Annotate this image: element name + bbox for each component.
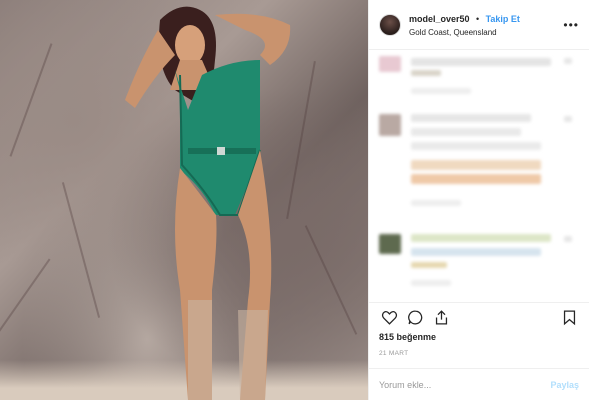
share-icon[interactable] [431, 308, 451, 328]
blurred-comment-text [411, 128, 521, 136]
add-comment-bar: Paylaş [369, 368, 589, 400]
blurred-comment-text [411, 248, 541, 256]
post-photo[interactable] [0, 0, 368, 400]
blurred-comment-text [411, 174, 541, 184]
blurred-heart [564, 116, 572, 122]
blurred-avatar [379, 114, 401, 136]
post-sidebar: model_over50 • Takip Et Gold Coast, Quee… [368, 0, 589, 400]
blurred-comment-text [411, 70, 441, 76]
blurred-comment-text [411, 114, 531, 122]
more-horizontal-icon[interactable]: ••• [563, 18, 579, 32]
bookmark-icon[interactable] [559, 308, 579, 328]
separator-dot: • [475, 13, 480, 24]
post-comment-button[interactable]: Paylaş [550, 380, 579, 390]
blurred-comment-text [411, 234, 551, 242]
model-figure [125, 6, 291, 400]
blurred-comment-text [411, 160, 541, 170]
blurred-meta [411, 280, 451, 286]
comment-icon[interactable] [405, 308, 425, 328]
post-header: model_over50 • Takip Et Gold Coast, Quee… [369, 0, 589, 50]
follow-button[interactable]: Takip Et [486, 14, 520, 24]
blurred-comment-text [411, 262, 447, 268]
action-bar [369, 302, 589, 332]
blurred-avatar [379, 234, 401, 254]
avatar[interactable] [379, 13, 401, 36]
blurred-comment-text [411, 142, 541, 150]
instagram-post: model_over50 • Takip Et Gold Coast, Quee… [0, 0, 589, 400]
blurred-meta [411, 200, 461, 206]
blurred-avatar [379, 56, 401, 72]
location-link[interactable]: Gold Coast, Queensland [409, 26, 563, 39]
header-text: model_over50 • Takip Et Gold Coast, Quee… [409, 11, 563, 39]
comments-area [369, 50, 589, 302]
blurred-meta [411, 88, 471, 94]
username-link[interactable]: model_over50 [409, 14, 470, 24]
likes-count[interactable]: 815 beğenme [369, 332, 589, 346]
post-date[interactable]: 21 MART [369, 346, 589, 368]
heart-icon[interactable] [379, 308, 399, 328]
comment-input[interactable] [379, 379, 551, 390]
blurred-comment-text [411, 58, 551, 66]
blurred-heart [564, 58, 572, 64]
blurred-heart [564, 236, 572, 242]
